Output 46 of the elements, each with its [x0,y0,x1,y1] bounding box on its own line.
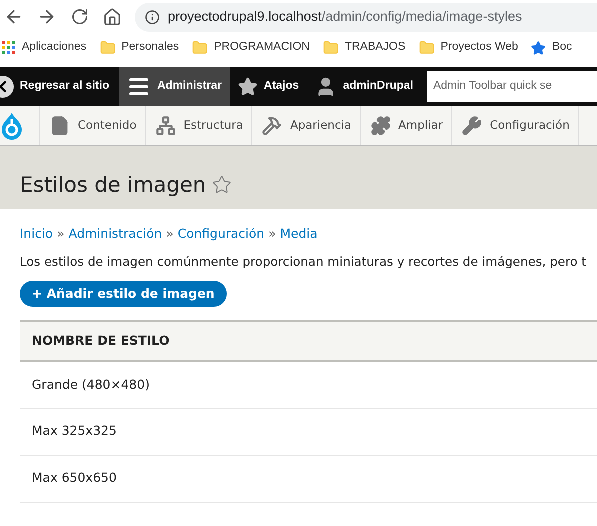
folder-icon [322,40,339,56]
tray-menu-item[interactable]: Contenido [40,106,146,145]
wrench-icon [462,116,482,136]
breadcrumb-link[interactable]: Administración [68,225,162,244]
breadcrumb-separator: » [57,225,65,243]
add-image-style-button[interactable]: + Añadir estilo de imagen [20,281,227,308]
page-title: Estilos de imagen [20,172,206,198]
info-icon[interactable] [145,10,160,24]
breadcrumb-link[interactable]: Inicio [20,225,54,244]
bookmark-item[interactable]: Boc [531,39,572,57]
bookmark-item[interactable]: Aplicaciones [2,39,87,57]
bookmark-item[interactable]: PROGRAMACION [192,39,310,57]
bookmark-item[interactable]: TRABAJOS [322,39,406,57]
breadcrumb-separator: » [166,225,174,243]
address-bar[interactable]: proyectodrupal9.localhost/admin/config/media/image-styles [135,2,597,32]
folder-icon [192,40,208,56]
home-icon[interactable] [103,8,122,26]
hammer-icon [262,116,282,136]
puzzle-icon [370,116,391,136]
drop-logo-icon[interactable] [0,112,24,140]
star-outline-icon[interactable] [212,175,232,195]
table-cell: Max 325x325 [20,408,597,456]
toolbar-tab[interactable]: Administrar [119,67,230,106]
breadcrumb-separator: » [268,225,276,243]
search-field[interactable]: Admin Toolbar quick se [427,71,597,102]
bookmark-item[interactable]: Personales [100,39,180,57]
tray-menu-item[interactable]: Configuración [452,106,579,145]
reload-icon[interactable] [71,8,89,26]
star-icon [531,40,546,56]
url-text: proyectodrupal9.localhost/admin/config/media/image-styles [168,8,522,26]
apps-grid-icon [2,41,16,55]
breadcrumb-link[interactable]: Media [280,225,318,244]
breadcrumb-link[interactable]: Configuración [178,225,265,244]
bookmark-item[interactable]: Proyectos Web [418,39,518,57]
folder-icon [100,40,116,56]
tray-menu-item[interactable]: Ampliar [360,106,452,145]
star-icon [238,76,258,96]
tray-menu-item[interactable]: Apariencia [252,106,361,145]
description-text: Los estilos de imagen comúnmente proporcionan miniaturas y recortes de imágenes, pero t [20,254,588,271]
toolbar-tab[interactable]: Regresar al sitio [0,67,120,106]
table-cell: Max 650x650 [20,455,597,502]
tray-menu-item[interactable]: Estructura [146,106,252,145]
document-icon [50,116,70,136]
table-cell: Grande (480×480) [20,361,597,408]
folder-icon [418,40,435,56]
hierarchy-icon [156,116,176,136]
